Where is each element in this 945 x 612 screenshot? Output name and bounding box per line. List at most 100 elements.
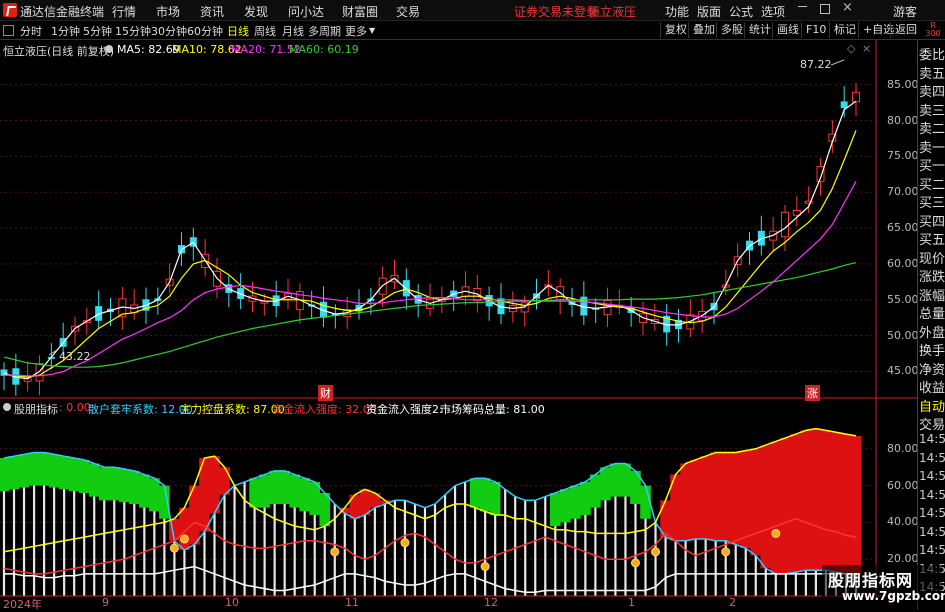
indicator-line	[4, 565, 856, 594]
quote-field-label[interactable]: 买三	[919, 192, 945, 211]
xaxis-label: 9	[102, 596, 109, 609]
mark-button[interactable]: 标记	[829, 22, 860, 38]
quote-field-label[interactable]: 卖三	[919, 100, 945, 119]
signal-marker	[179, 534, 189, 544]
quote-field-label[interactable]: 买一	[919, 155, 945, 174]
tick-time: 14:56	[919, 487, 945, 502]
minimize-icon[interactable]	[798, 6, 807, 7]
signal-marker	[651, 547, 661, 557]
tick-time: 14:56	[919, 432, 945, 446]
yaxis-tick-label: 45.00	[887, 364, 919, 378]
candle-body	[852, 91, 860, 103]
yaxis-tick-label: 65.00	[887, 221, 919, 235]
draw-line-button[interactable]: 画线	[772, 22, 803, 38]
ma-line-ma20	[4, 181, 857, 377]
login-notice[interactable]: 证券交易未登录	[514, 3, 598, 20]
signal-marker	[480, 562, 490, 572]
r-badge[interactable]: R 300	[923, 22, 943, 38]
quote-field-label[interactable]: 净资	[919, 359, 945, 378]
close-pane-icon[interactable]: ×	[862, 42, 871, 55]
ma-line-ma10	[3, 130, 857, 378]
menu-item-formula[interactable]: 公式	[729, 3, 753, 20]
menu-item-function[interactable]: 功能	[665, 3, 689, 20]
quote-field-label[interactable]: 买五	[919, 229, 945, 248]
quote-field-label[interactable]: 卖五	[919, 63, 945, 82]
yaxis-tick-label: 75.00	[887, 149, 919, 163]
back-button[interactable]: 返回	[890, 22, 921, 38]
xaxis-label: 1	[628, 596, 635, 609]
quote-field-label[interactable]: 现价	[919, 248, 945, 267]
menu-item-discover[interactable]: 发现	[244, 3, 268, 20]
f10-button[interactable]: F10	[801, 22, 830, 38]
menu-item-exchange[interactable]: 市场	[156, 3, 180, 20]
overlay-button[interactable]: 叠加	[688, 22, 719, 38]
period-tab-tick[interactable]: 分时	[20, 23, 42, 39]
retail-coef: 散户套牢系数: 12.00	[88, 403, 193, 416]
period-tab-daily[interactable]: 日线	[227, 23, 249, 39]
quote-field-label[interactable]: 总量	[919, 303, 945, 322]
period-tab-60min[interactable]: 60分钟	[187, 23, 223, 39]
quote-field-label[interactable]: 卖四	[919, 81, 945, 100]
yaxis-tick-label: 50.00	[887, 328, 919, 342]
statistics-button[interactable]: 统计	[744, 22, 775, 38]
period-tab-15min[interactable]: 15分钟	[115, 23, 151, 39]
menu-item-market[interactable]: 行情	[112, 3, 136, 20]
close-icon[interactable]: ×	[842, 0, 853, 15]
period-toolbar: 分时 1分钟 5分钟 15分钟 30分钟 60分钟 日线 周线 月线 多周期 更…	[0, 21, 945, 40]
quote-field-label[interactable]: 涨幅	[919, 285, 945, 304]
maximize-icon[interactable]	[820, 4, 830, 14]
yaxis-tick-label: 60.00	[887, 256, 919, 270]
multi-stock-button[interactable]: 多股	[716, 22, 747, 38]
quote-field-label[interactable]: 买四	[919, 211, 945, 230]
xaxis-label: 12	[484, 596, 498, 609]
settings-dot-icon[interactable]	[105, 45, 113, 53]
indicator-yaxis-tick-label: 80.00	[887, 441, 919, 455]
quote-field-label[interactable]: 卖二	[919, 118, 945, 137]
indicator-zero: : 0.00	[59, 401, 91, 414]
menu-item-wealth[interactable]: 财富圈	[342, 3, 378, 20]
chart-title: 恒立液压(日线 前复权)	[3, 45, 115, 58]
limit-up-badge[interactable]: 涨	[805, 385, 820, 401]
menu-item-trade[interactable]: 交易	[396, 3, 420, 20]
period-tab-multi[interactable]: 多周期	[308, 23, 341, 39]
menu-item-options[interactable]: 选项	[761, 3, 785, 20]
chart-area[interactable]	[0, 40, 917, 609]
quote-field-label[interactable]: 卖一	[919, 137, 945, 156]
watermark-logo: 股朋指标网 www.7gpzb.com	[822, 565, 945, 607]
period-tab-weekly[interactable]: 周线	[254, 23, 276, 39]
period-tab-5min[interactable]: 5分钟	[83, 23, 112, 39]
adjust-button[interactable]: 复权	[660, 22, 691, 38]
signal-marker	[721, 547, 731, 557]
period-tab-more[interactable]: 更多	[345, 23, 367, 39]
period-tab-30min[interactable]: 30分钟	[151, 23, 187, 39]
user-label[interactable]: 游客	[893, 3, 917, 20]
inflow-strength: 资金流入强度: 32.00	[272, 403, 377, 416]
yaxis-tick-label: 85.00	[887, 77, 919, 91]
quote-field-label[interactable]: 收益	[919, 377, 945, 396]
diamond-icon[interactable]: ◇	[847, 42, 855, 55]
quote-field-label[interactable]: 涨跌	[919, 266, 945, 285]
period-tab-monthly[interactable]: 月线	[282, 23, 304, 39]
menu-item-news[interactable]: 资讯	[200, 3, 224, 20]
inflow-strength2: 资金流入强度2: -	[366, 403, 451, 416]
auto-trade-toggle[interactable]: 自动	[919, 396, 945, 415]
quote-field-label[interactable]: 委比	[919, 44, 945, 63]
layout-icon[interactable]	[3, 25, 14, 36]
finance-event-badge[interactable]: 财	[318, 385, 333, 401]
quote-field-label[interactable]: 外盘	[919, 322, 945, 341]
ma-line-ma5	[3, 100, 857, 380]
chip-total: 市场筹码总量: 81.00	[440, 403, 545, 416]
quote-field-label[interactable]: 换手	[919, 340, 945, 359]
menu-item-layout[interactable]: 版面	[697, 3, 721, 20]
ma60-label: MA60: 60.19	[289, 43, 359, 56]
more-chevron-icon[interactable]: ▼	[369, 26, 375, 35]
stock-name-label: 恒立液压	[588, 5, 637, 19]
low-price-label: 43.22	[59, 350, 91, 363]
indicator-yaxis-tick-label: 20.00	[887, 552, 919, 566]
trade-label[interactable]: 交易	[919, 414, 945, 433]
indicator-settings-icon[interactable]	[3, 403, 11, 411]
tick-time: 14:56	[919, 450, 945, 465]
period-tab-1min[interactable]: 1分钟	[51, 23, 80, 39]
menu-item-ask[interactable]: 问小达	[288, 3, 324, 20]
quote-field-label[interactable]: 买二	[919, 174, 945, 193]
